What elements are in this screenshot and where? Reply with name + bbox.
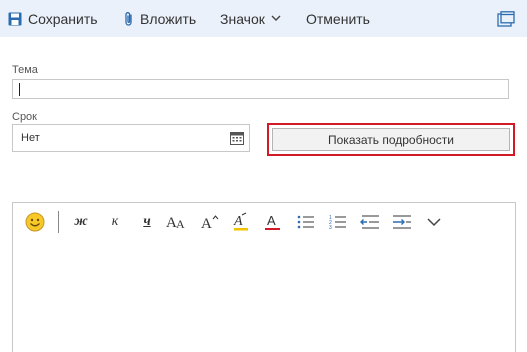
svg-text:A: A [201,216,212,230]
underline-icon[interactable]: ч [137,212,157,232]
command-toolbar: Сохранить Вложить Значок Отменить [0,0,527,37]
toolbar-divider [58,211,59,233]
attach-label: Вложить [140,10,197,27]
formatting-toolbar: ж к ч A A A A A 1 2 3 [13,203,515,241]
save-label: Сохранить [28,10,98,27]
more-options-icon[interactable] [425,212,443,232]
subject-input[interactable] [12,79,509,99]
svg-text:A: A [233,214,243,229]
text-caret [19,83,20,96]
bullets-icon[interactable] [295,212,317,232]
svg-text:3: 3 [329,225,332,230]
due-date-value: Нет [21,132,40,144]
show-details-button[interactable]: Показать подробности [272,128,510,151]
save-icon [8,12,22,26]
attach-button[interactable]: Вложить [124,0,196,37]
decrease-indent-icon[interactable] [359,212,381,232]
font-size-icon[interactable]: A A [165,212,189,232]
svg-text:A: A [267,213,276,228]
italic-icon[interactable]: к [105,212,125,232]
due-date-field[interactable]: Нет [12,124,250,152]
show-details-label: Показать подробности [328,132,454,147]
svg-text:A: A [176,217,185,230]
bold-icon[interactable]: ж [71,212,91,232]
emoji-icon[interactable] [23,212,47,232]
icon-dropdown-button[interactable]: Значок [220,0,281,37]
highlight-icon[interactable]: A [231,212,253,232]
font-color-icon[interactable]: A [262,212,284,232]
paperclip-icon [124,11,134,27]
cancel-label: Отменить [306,10,370,27]
calendar-icon[interactable] [230,131,244,148]
message-editor[interactable]: ж к ч A A A A A 1 2 3 [12,202,516,352]
subject-label: Тема [12,64,38,76]
icon-label: Значок [220,10,265,27]
increase-indent-icon[interactable] [391,212,413,232]
due-label: Срок [12,111,37,123]
cancel-button[interactable]: Отменить [306,0,370,37]
popout-icon [497,10,515,27]
numbering-icon[interactable]: 123 [327,212,349,232]
save-button[interactable]: Сохранить [8,0,98,37]
grow-font-icon[interactable]: A [199,212,221,232]
popout-button[interactable] [497,0,515,37]
chevron-down-icon [271,15,281,22]
